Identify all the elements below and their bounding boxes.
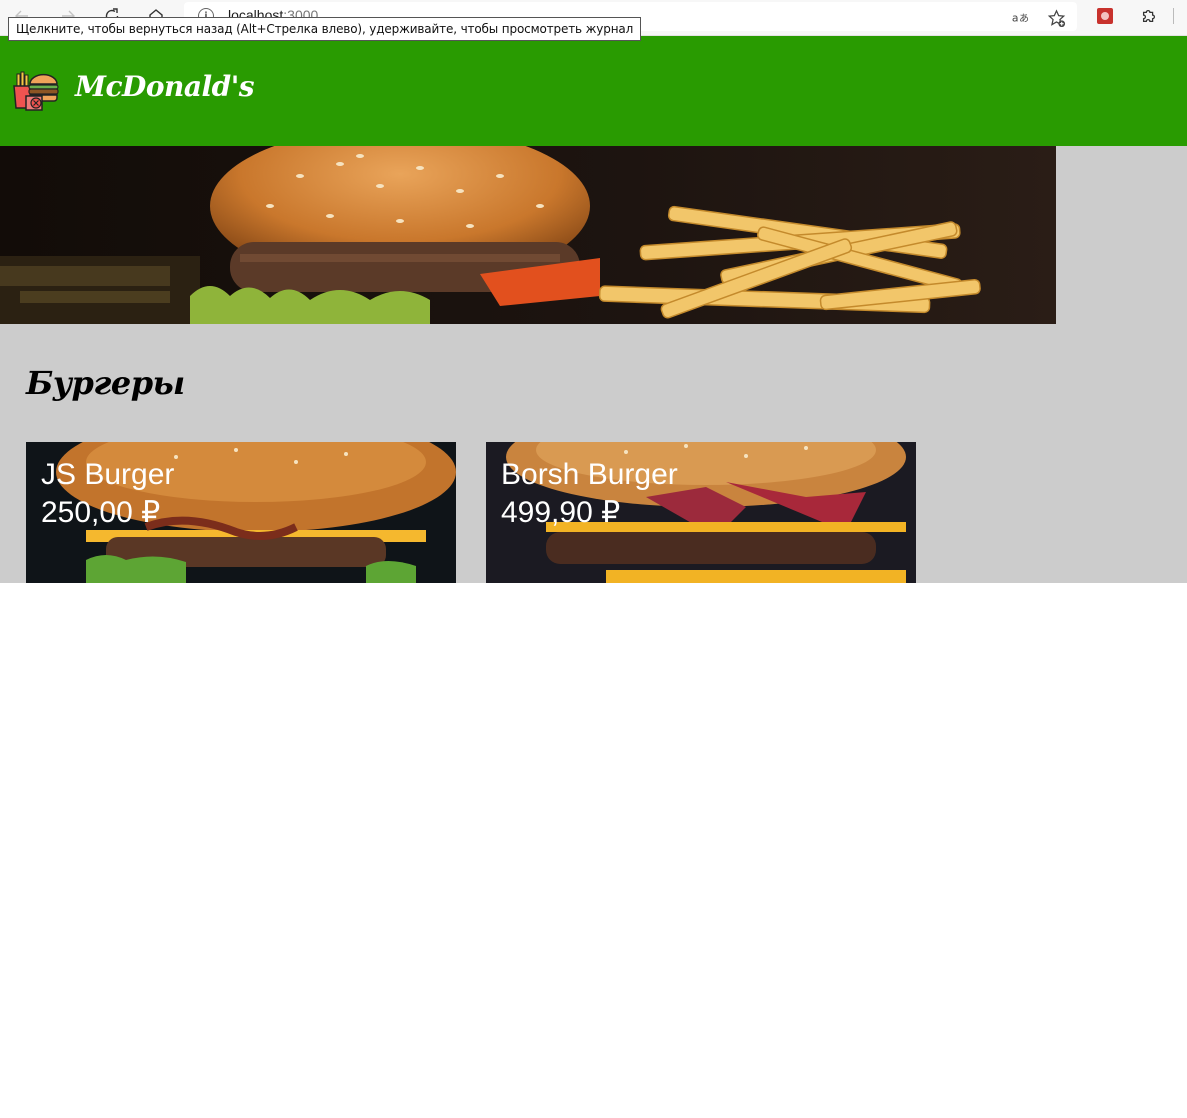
- toolbar-divider: [1173, 8, 1174, 24]
- extension-icon[interactable]: [1097, 8, 1113, 24]
- extensions-puzzle-icon[interactable]: [1139, 6, 1159, 26]
- menu-card-borsh-burger[interactable]: Borsh Burger 499,90 ₽: [486, 442, 916, 583]
- fastfood-logo-icon[interactable]: [12, 70, 60, 112]
- svg-text:あ: あ: [1019, 13, 1029, 25]
- menu-item-price: 499,90 ₽: [501, 496, 621, 529]
- favorite-add-icon[interactable]: [1046, 8, 1066, 28]
- hero-banner: [0, 146, 1056, 324]
- menu-item-name: Borsh Burger: [501, 458, 678, 491]
- brand-title[interactable]: McDonald's: [75, 70, 255, 103]
- site-header: McDonald's: [0, 36, 1187, 146]
- back-button-tooltip: Щелкните, чтобы вернуться назад (Alt+Стр…: [8, 17, 642, 41]
- section-title: Бургеры: [26, 364, 185, 402]
- read-aloud-icon[interactable]: aあ: [1010, 8, 1030, 28]
- menu-item-name: JS Burger: [41, 458, 175, 491]
- svg-text:a: a: [1012, 12, 1019, 25]
- page-body: McDonald's Бургеры JS Burger 250,00 ₽ Bo…: [0, 36, 1187, 583]
- menu-item-price: 250,00 ₽: [41, 496, 161, 529]
- menu-card-js-burger[interactable]: JS Burger 250,00 ₽: [26, 442, 456, 583]
